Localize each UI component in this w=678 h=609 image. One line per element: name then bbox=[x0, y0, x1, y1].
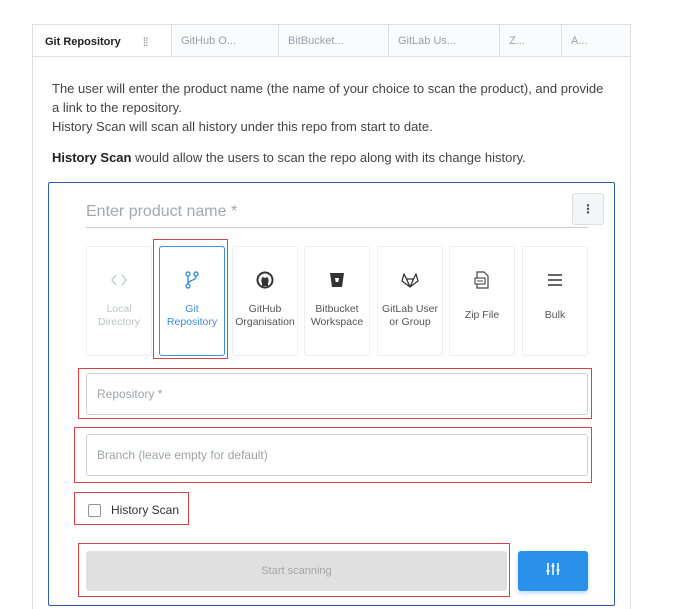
highlight-start-scanning bbox=[78, 543, 510, 597]
tab-label: BitBucket... bbox=[288, 34, 344, 47]
bitbucket-icon bbox=[329, 271, 345, 289]
source-label: Directory bbox=[97, 316, 140, 328]
tab-bar: Git Repository ⁞⁞ GitHub O... BitBucket.… bbox=[32, 24, 631, 58]
scan-settings-button[interactable] bbox=[518, 551, 588, 591]
sliders-icon bbox=[546, 562, 560, 581]
tab-github-organisation[interactable]: GitHub O... bbox=[172, 25, 279, 56]
zip-file-icon bbox=[474, 271, 490, 289]
tab-bulk[interactable]: A... bbox=[562, 25, 630, 56]
highlight-history-scan bbox=[74, 492, 189, 525]
tab-label: GitHub O... bbox=[181, 34, 237, 47]
product-name-field[interactable] bbox=[86, 198, 588, 228]
source-label: GitLab User bbox=[381, 303, 439, 315]
highlight-repository bbox=[78, 368, 592, 419]
source-bitbucket-workspace[interactable]: Bitbucket Workspace bbox=[304, 246, 370, 356]
tab-label: Z... bbox=[509, 34, 525, 47]
description-line-1: The user will enter the product name (th… bbox=[52, 81, 604, 115]
tab-label: Git Repository bbox=[45, 35, 121, 48]
tab-label: A... bbox=[571, 34, 588, 47]
source-github-organisation[interactable]: GitHub Organisation bbox=[232, 246, 298, 356]
history-description-bold: History Scan bbox=[52, 150, 132, 165]
source-label: or Group bbox=[389, 316, 431, 328]
highlight-git-repository bbox=[153, 239, 228, 359]
source-bulk[interactable]: Bulk bbox=[522, 246, 588, 356]
product-name-input[interactable] bbox=[86, 198, 588, 226]
tab-gitlab-user[interactable]: GitLab Us... bbox=[389, 25, 500, 56]
tab-git-repository[interactable]: Git Repository ⁞⁞ bbox=[33, 25, 172, 58]
tab-zip-file[interactable]: Z... bbox=[500, 25, 562, 56]
source-label: Workspace bbox=[310, 316, 364, 328]
description-line-2: History Scan will scan all history under… bbox=[52, 119, 433, 134]
gitlab-icon bbox=[401, 271, 419, 289]
source-label: Organisation bbox=[235, 316, 295, 328]
description: The user will enter the product name (th… bbox=[52, 79, 612, 136]
tab-bitbucket-workspace[interactable]: BitBucket... bbox=[279, 25, 389, 56]
source-zip-file[interactable]: Zip File bbox=[449, 246, 515, 356]
highlight-branch bbox=[74, 427, 592, 483]
list-icon bbox=[547, 271, 563, 289]
source-local-directory[interactable]: Local Directory bbox=[86, 246, 152, 356]
source-label: Local bbox=[106, 303, 132, 315]
tab-panel: The user will enter the product name (th… bbox=[32, 56, 631, 609]
source-gitlab-user[interactable]: GitLab User or Group bbox=[377, 246, 443, 356]
source-label: Zip File bbox=[464, 309, 500, 321]
source-label: Bulk bbox=[544, 309, 566, 321]
drag-handle-icon[interactable]: ⁞⁞ bbox=[143, 35, 149, 49]
source-label: Bitbucket bbox=[315, 303, 359, 315]
code-brackets-icon bbox=[111, 271, 127, 289]
source-label: GitHub bbox=[248, 303, 282, 315]
tab-label: GitLab Us... bbox=[398, 34, 457, 47]
history-description: History Scan would allow the users to sc… bbox=[52, 148, 612, 167]
github-icon bbox=[256, 271, 274, 289]
more-options-button[interactable]: ⋮ bbox=[572, 193, 604, 225]
history-description-text: would allow the users to scan the repo a… bbox=[131, 150, 526, 165]
